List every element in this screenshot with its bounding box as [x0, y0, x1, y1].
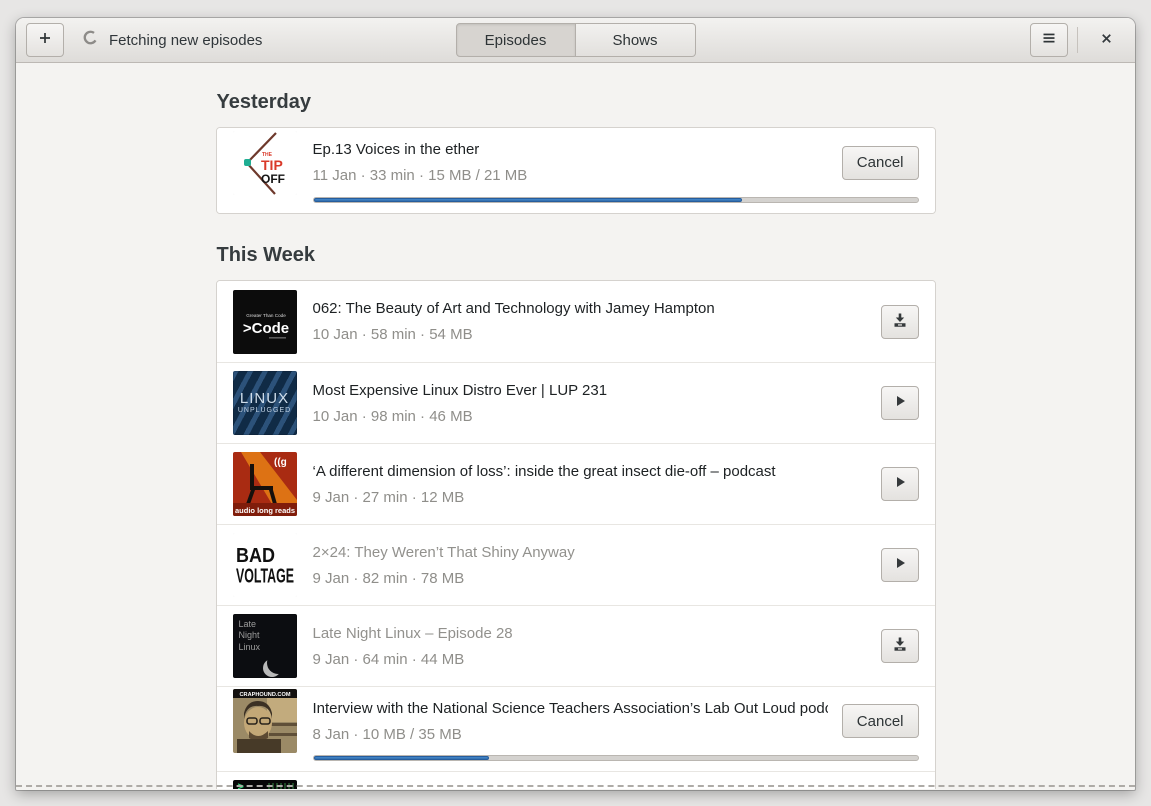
- menu-button[interactable]: [1030, 23, 1068, 57]
- scroll-undershoot-indicator: [16, 785, 1135, 787]
- download-button[interactable]: [880, 304, 919, 339]
- episode-info: 2×24: They Weren’t That Shiny Anyway 9 J…: [313, 544, 867, 587]
- close-icon: [1099, 31, 1114, 50]
- headerbar-right: [1030, 23, 1125, 57]
- section-heading-this-week: This Week: [216, 244, 316, 266]
- episode-row-bad-voltage[interactable]: BAD VOLTAGE 2×24: They Weren’t That Shin…: [216, 524, 935, 605]
- episode-meta: 10 Jan · 58 min · 54 MB: [312, 326, 473, 343]
- episode-info: Ep.13 Voices in the ether 11 Jan · 33 mi…: [313, 141, 828, 184]
- podcast-cover-audio-long-reads: ((g audio long reads: [232, 452, 297, 516]
- podcast-cover-late-night-linux: Late Night Linux: [232, 614, 297, 678]
- svg-text:audio long reads: audio long reads: [234, 506, 294, 515]
- episode-info: 062: The Beauty of Art and Technology wi…: [313, 300, 867, 343]
- podcast-cover-craphound: CRAPHOUND.COM: [232, 689, 297, 753]
- episode-info: Most Expensive Linux Distro Ever | LUP 2…: [313, 382, 867, 425]
- episode-meta: 11 Jan · 33 min · 15 MB / 21 MB: [312, 167, 528, 184]
- section-heading-yesterday: Yesterday: [216, 91, 312, 113]
- podcast-cover-linux-unplugged: LINUX UNPLUGGED: [232, 371, 297, 435]
- episode-row-greater-than-code[interactable]: Greater Than Code >Code 062: The Beauty …: [216, 281, 935, 362]
- hamburger-icon: [1041, 30, 1057, 50]
- svg-text:Greater Than Code: Greater Than Code: [246, 313, 286, 318]
- svg-text:BAD: BAD: [236, 545, 275, 567]
- episodes-scroll-area[interactable]: Yesterday THE TIP OFF Ep.13 Voices in th…: [16, 63, 1135, 789]
- episode-title: 2×24: They Weren’t That Shiny Anyway: [312, 543, 575, 561]
- episode-row-linux-unplugged[interactable]: LINUX UNPLUGGED Most Expensive Linux Dis…: [216, 362, 935, 443]
- spinner-icon: [82, 29, 99, 51]
- episode-title: Most Expensive Linux Distro Ever | LUP 2…: [312, 381, 608, 399]
- svg-text:CRAPHOUND.COM: CRAPHOUND.COM: [239, 692, 290, 698]
- episode-title: 062: The Beauty of Art and Technology wi…: [312, 300, 715, 317]
- podcast-cover-bad-voltage: BAD VOLTAGE: [232, 533, 297, 597]
- episode-info: Late Night Linux – Episode 28 9 Jan · 64…: [313, 625, 867, 668]
- desktop-backdrop: Fetching new episodes Episodes Shows Yes…: [0, 0, 1151, 806]
- episode-meta: 8 Jan · 10 MB / 35 MB: [312, 725, 462, 743]
- episode-meta: 9 Jan · 27 min · 12 MB: [312, 488, 465, 506]
- play-icon: [892, 393, 908, 413]
- svg-text:OFF: OFF: [261, 172, 285, 186]
- svg-text:((g: ((g: [274, 457, 287, 468]
- episode-meta: 9 Jan · 64 min · 44 MB: [312, 650, 465, 668]
- episode-row-audio-long-reads[interactable]: ((g audio long reads ‘A different dimens…: [216, 443, 935, 524]
- play-icon: [892, 555, 908, 575]
- download-icon: [892, 636, 908, 656]
- episode-meta: 9 Jan · 82 min · 78 MB: [312, 569, 465, 587]
- download-progressbar: [312, 197, 919, 203]
- cancel-download-button[interactable]: Cancel: [841, 145, 919, 180]
- svg-text:TIP: TIP: [261, 157, 283, 173]
- tab-episodes[interactable]: Episodes: [455, 23, 576, 57]
- episode-info: Interview with the National Science Teac…: [313, 700, 828, 743]
- view-switcher: Episodes Shows: [455, 23, 696, 57]
- status-label: Fetching new episodes: [109, 31, 263, 49]
- download-button[interactable]: [880, 629, 919, 663]
- episode-title: Ep.13 Voices in the ether: [312, 141, 480, 158]
- episode-row-tipoff[interactable]: THE TIP OFF Ep.13 Voices in the ether 11…: [216, 128, 935, 213]
- play-icon: [892, 474, 908, 494]
- refresh-status: Fetching new episodes: [82, 29, 262, 51]
- play-button[interactable]: [880, 548, 919, 582]
- podcast-cover-the-tip-off: THE TIP OFF: [232, 130, 297, 195]
- headerbar: Fetching new episodes Episodes Shows: [16, 18, 1135, 63]
- episode-title: Interview with the National Science Teac…: [312, 699, 828, 717]
- download-progressbar: [312, 755, 919, 761]
- header-separator: [1077, 27, 1078, 53]
- episode-meta: 10 Jan · 98 min · 46 MB: [312, 407, 473, 425]
- yesterday-card: THE TIP OFF Ep.13 Voices in the ether 11…: [215, 127, 936, 214]
- plus-icon: [37, 30, 53, 50]
- this-week-card: Greater Than Code >Code 062: The Beauty …: [215, 280, 936, 789]
- play-button[interactable]: [880, 386, 919, 420]
- podcasts-app-window: Fetching new episodes Episodes Shows Yes…: [16, 18, 1135, 790]
- episode-row-late-night-linux[interactable]: Late Night Linux Late Night Linux – Epis…: [216, 605, 935, 686]
- add-podcast-button[interactable]: [26, 23, 64, 57]
- play-button[interactable]: [880, 467, 919, 501]
- svg-text:>Code: >Code: [242, 320, 288, 337]
- episode-info: ‘A different dimension of loss’: inside …: [313, 463, 867, 506]
- episode-row-craphound[interactable]: CRAPHOUND.COM Interview with the Nationa…: [216, 686, 935, 771]
- svg-text:VOLTAGE: VOLTAGE: [236, 565, 294, 587]
- podcast-cover-greater-than-code: Greater Than Code >Code: [232, 289, 297, 354]
- close-window-button[interactable]: [1087, 23, 1125, 57]
- episode-title: ‘A different dimension of loss’: inside …: [312, 462, 776, 480]
- episode-title: Late Night Linux – Episode 28: [312, 624, 513, 642]
- cancel-download-button[interactable]: Cancel: [841, 704, 919, 738]
- download-icon: [892, 312, 908, 332]
- crescent-moon-graphic: [267, 652, 289, 674]
- tab-shows[interactable]: Shows: [575, 23, 696, 57]
